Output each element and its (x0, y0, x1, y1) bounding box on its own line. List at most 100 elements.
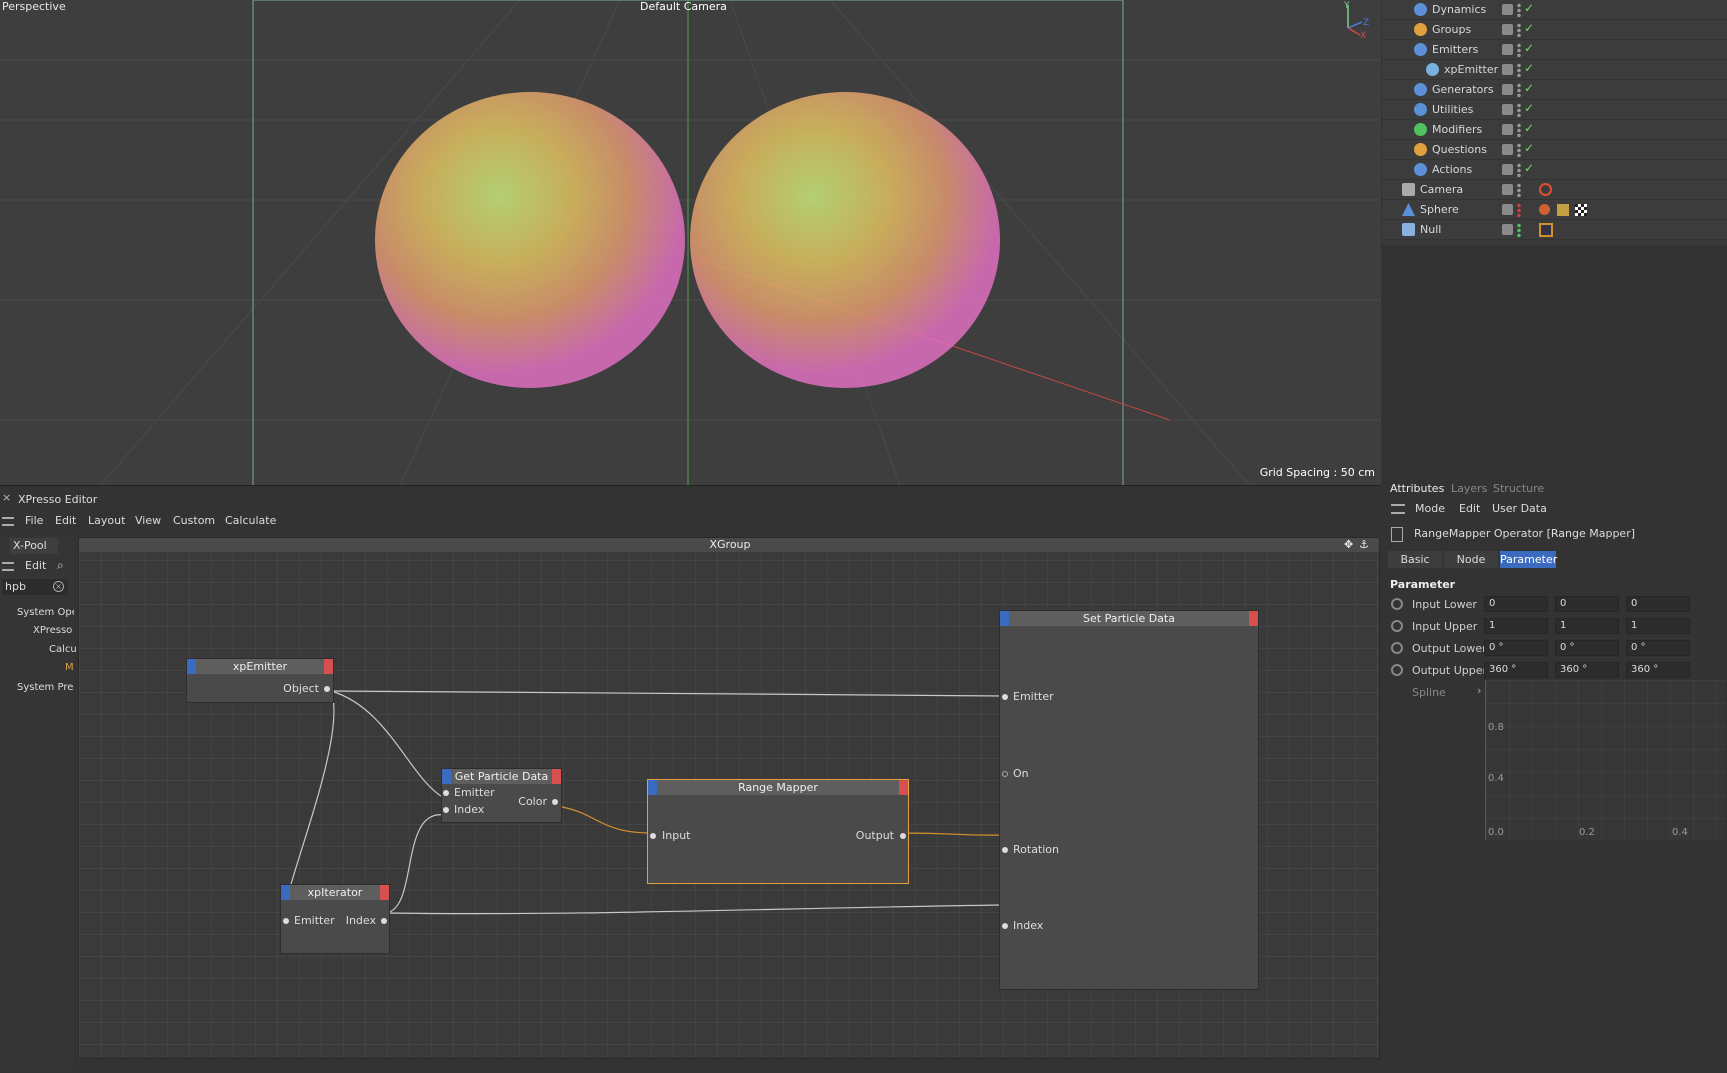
visibility-checkbox[interactable] (1502, 124, 1513, 135)
texture-tag-icon[interactable] (1557, 204, 1569, 216)
clear-search-icon[interactable]: × (53, 581, 64, 592)
port-emitter[interactable]: Emitter (454, 786, 495, 799)
material-tag-icon[interactable] (1539, 204, 1550, 215)
output-lower-z[interactable]: 0 ° (1626, 640, 1690, 656)
object-row-questions[interactable]: Questions ✓ (1382, 140, 1727, 160)
menu-view[interactable]: View (135, 514, 161, 527)
port-dot[interactable] (1002, 847, 1008, 853)
port-emitter[interactable]: Emitter (294, 914, 335, 927)
menu-user-data[interactable]: User Data (1492, 502, 1547, 515)
port-output[interactable]: Output (856, 829, 894, 842)
port-rotation[interactable]: Rotation (1013, 843, 1059, 856)
port-dot[interactable] (1002, 923, 1008, 929)
visibility-checkbox[interactable] (1502, 64, 1513, 75)
tab-structure[interactable]: Structure (1493, 482, 1544, 495)
subtab-basic[interactable]: Basic (1388, 551, 1442, 568)
port-dot[interactable] (381, 918, 387, 924)
render-dots-icon[interactable] (1517, 43, 1521, 57)
input-upper-z[interactable]: 1 (1626, 618, 1690, 634)
tree-item[interactable]: XPresso (33, 625, 72, 636)
node-title[interactable]: xpIterator (281, 885, 389, 900)
node-xpiterator[interactable]: xpIterator Emitter Index (280, 884, 390, 954)
enabled-check-icon[interactable]: ✓ (1524, 21, 1534, 35)
tab-xpool[interactable]: X-Pool (10, 538, 58, 554)
visibility-checkbox[interactable] (1502, 184, 1513, 195)
port-dot[interactable] (283, 918, 289, 924)
object-row-modifiers[interactable]: Modifiers ✓ (1382, 120, 1727, 140)
enabled-check-icon[interactable]: ✓ (1524, 1, 1534, 15)
checker-tag-icon[interactable] (1575, 204, 1587, 216)
port-dot[interactable] (443, 807, 449, 813)
port-dot[interactable] (650, 833, 656, 839)
visibility-checkbox[interactable] (1502, 4, 1513, 15)
node-title[interactable]: Get Particle Data (442, 769, 561, 784)
output-upper-z[interactable]: 360 ° (1626, 662, 1690, 678)
port-color[interactable]: Color (518, 795, 547, 808)
render-dots-icon[interactable] (1517, 3, 1521, 17)
port-dot[interactable] (1002, 771, 1008, 777)
menu-calculate[interactable]: Calculate (225, 514, 276, 527)
enabled-check-icon[interactable]: ✓ (1524, 61, 1534, 75)
node-range-mapper[interactable]: Range Mapper Input Output (647, 779, 909, 884)
visibility-checkbox[interactable] (1502, 224, 1513, 235)
render-dots-icon[interactable] (1517, 203, 1521, 217)
port-dot[interactable] (443, 790, 449, 796)
object-row-camera[interactable]: Camera (1382, 180, 1727, 200)
render-dots-icon[interactable] (1517, 103, 1521, 117)
enabled-check-icon[interactable]: ✓ (1524, 81, 1534, 95)
tree-item[interactable]: System Ope (17, 607, 74, 618)
output-lower-x[interactable]: 0 ° (1484, 640, 1548, 656)
render-dots-icon[interactable] (1517, 83, 1521, 97)
menu-edit[interactable]: Edit (55, 514, 76, 527)
object-row-dynamics[interactable]: Dynamics ✓ (1382, 0, 1727, 20)
animate-dot-icon[interactable] (1391, 664, 1403, 676)
input-upper-x[interactable]: 1 (1484, 618, 1548, 634)
enabled-check-icon[interactable]: ✓ (1524, 101, 1534, 115)
node-set-particle-data[interactable]: Set Particle Data Emitter On Rotation In… (999, 610, 1259, 990)
animate-dot-icon[interactable] (1391, 642, 1403, 654)
menu-custom[interactable]: Custom (173, 514, 215, 527)
node-get-particle-data[interactable]: Get Particle Data Emitter Index Color (441, 768, 562, 823)
output-upper-y[interactable]: 360 ° (1555, 662, 1619, 678)
visibility-checkbox[interactable] (1502, 24, 1513, 35)
port-dot[interactable] (324, 686, 330, 692)
close-icon[interactable]: × (2, 491, 11, 504)
port-index[interactable]: Index (454, 803, 484, 816)
enabled-check-icon[interactable]: ✓ (1524, 121, 1534, 135)
visibility-checkbox[interactable] (1502, 84, 1513, 95)
render-dots-icon[interactable] (1517, 223, 1521, 237)
subtab-parameter[interactable]: Parameter (1500, 551, 1557, 568)
xpool-edit[interactable]: Edit (25, 559, 46, 572)
render-dots-icon[interactable] (1517, 23, 1521, 37)
tab-layers[interactable]: Layers (1451, 482, 1487, 495)
port-index[interactable]: Index (346, 914, 376, 927)
viewport-label[interactable]: Perspective (2, 0, 66, 13)
input-lower-y[interactable]: 0 (1555, 596, 1619, 612)
visibility-checkbox[interactable] (1502, 204, 1513, 215)
output-lower-y[interactable]: 0 ° (1555, 640, 1619, 656)
viewport[interactable]: Y Z X Perspective Default Camera Grid Sp… (0, 0, 1381, 486)
visibility-checkbox[interactable] (1502, 144, 1513, 155)
spline-graph[interactable]: 0.8 0.4 0.0 0.2 0.4 (1485, 680, 1725, 840)
animate-dot-icon[interactable] (1391, 598, 1403, 610)
tree-item[interactable]: System Pres (17, 682, 74, 693)
node-title[interactable]: Set Particle Data (1000, 611, 1258, 626)
object-row-sphere[interactable]: Sphere (1382, 200, 1727, 220)
visibility-checkbox[interactable] (1502, 164, 1513, 175)
object-row-null[interactable]: Null (1382, 220, 1727, 240)
input-upper-y[interactable]: 1 (1555, 618, 1619, 634)
object-row-generators[interactable]: Generators ✓ (1382, 80, 1727, 100)
hamburger-menu-icon[interactable] (1391, 504, 1405, 514)
hamburger-menu-icon[interactable] (2, 562, 14, 571)
chevron-right-icon[interactable]: › (1477, 684, 1481, 697)
menu-file[interactable]: File (25, 514, 43, 527)
tab-attributes[interactable]: Attributes (1390, 482, 1444, 495)
port-on[interactable]: On (1013, 767, 1029, 780)
visibility-checkbox[interactable] (1502, 44, 1513, 55)
search-icon[interactable]: ⌕ (57, 558, 64, 573)
enabled-check-icon[interactable]: ✓ (1524, 161, 1534, 175)
object-row-utilities[interactable]: Utilities ✓ (1382, 100, 1727, 120)
camera-label[interactable]: Default Camera (640, 0, 727, 13)
render-dots-icon[interactable] (1517, 163, 1521, 177)
tree-item[interactable]: Calcu (49, 644, 77, 655)
